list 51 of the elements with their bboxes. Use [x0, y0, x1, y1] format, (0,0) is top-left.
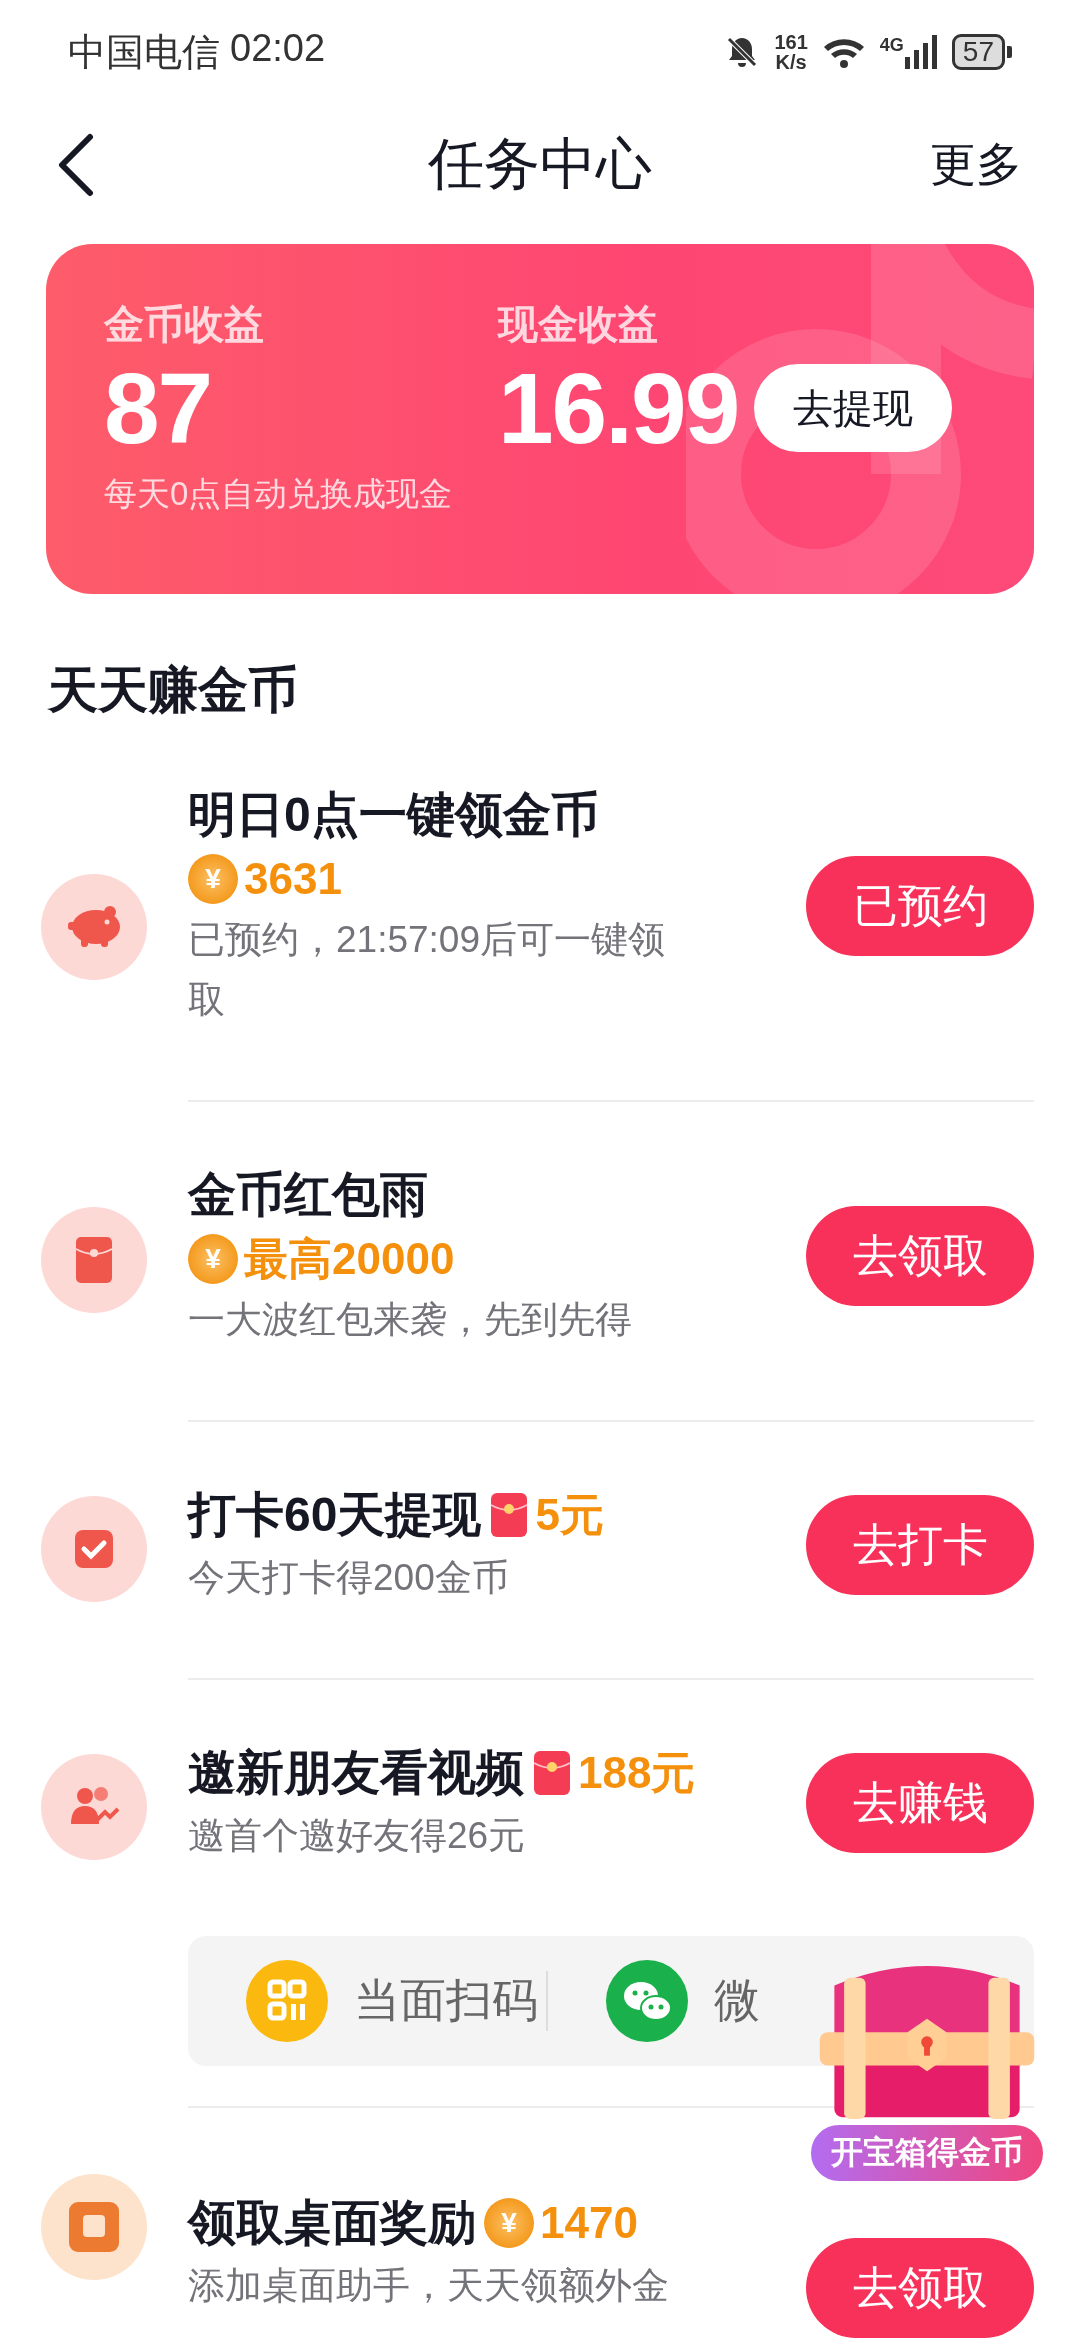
coin-earnings-label: 金币收益	[104, 301, 265, 348]
task-action-button[interactable]: 去领取	[806, 2238, 1034, 2338]
battery-level: 57	[951, 34, 1012, 70]
exchange-note: 每天0点自动兑换成现金	[104, 474, 454, 514]
task-description: 已预约，21:57:09后可一键领取	[188, 918, 667, 1022]
cash-earnings-value: 16.99	[498, 351, 739, 466]
reward-amount: 3631	[244, 853, 342, 905]
invite-option[interactable]: 微	[714, 1970, 760, 2032]
invite-option[interactable]: 当面扫码	[354, 1970, 538, 2032]
chat-bubbles-icon	[606, 1960, 688, 2042]
piggy-bank-icon	[41, 874, 147, 980]
reward-amount: 1470	[540, 2197, 638, 2249]
speed-value: 161	[774, 32, 808, 52]
withdraw-button[interactable]: 去提现	[754, 364, 953, 452]
envelope-icon	[41, 1207, 147, 1313]
network-type: 4G	[879, 35, 904, 56]
task-description: 邀首个邀好友得26元	[188, 1814, 527, 1858]
qr-code-icon	[246, 1960, 328, 2042]
task-action-button[interactable]: 去赚钱	[806, 1753, 1034, 1853]
task-title: 领取桌面奖励	[188, 2195, 476, 2251]
reward-amount: 188元	[578, 1747, 696, 1799]
task-action-button[interactable]: 去打卡	[806, 1495, 1034, 1595]
task-title: 金币红包雨	[188, 1167, 428, 1223]
reward-amount: 5元	[535, 1489, 604, 1541]
task-description: 一大波红包来袭，先到先得	[188, 1298, 633, 1342]
task-title: 邀新朋友看视频	[188, 1745, 524, 1801]
coin-earnings-value: 87	[104, 351, 213, 466]
task-title: 打卡60天提现	[188, 1487, 482, 1543]
task-title: 明日0点一键领金币	[188, 787, 599, 843]
carrier-name: 中国电信	[68, 29, 220, 75]
speed-unit: K/s	[774, 52, 808, 72]
envelope-icon	[489, 1491, 530, 1539]
chest-label[interactable]: 开宝箱得金币	[808, 2122, 1046, 2184]
coin-icon: ¥	[188, 854, 238, 904]
task-action-button[interactable]: 已预约	[806, 856, 1034, 956]
envelope-icon	[532, 1749, 572, 1797]
task-action-button[interactable]: 去领取	[806, 1206, 1034, 1306]
section-title: 天天赚金币	[48, 661, 298, 720]
checkbox-icon	[41, 1496, 147, 1602]
cash-earnings-label: 现金收益	[498, 301, 659, 348]
signal-icon	[903, 35, 938, 69]
back-icon[interactable]	[56, 133, 96, 197]
clock-time: 02:02	[230, 26, 326, 71]
page-title: 任务中心	[428, 132, 652, 195]
more-button[interactable]: 更多	[930, 134, 1022, 196]
task-description: 添加桌面助手，天天领额外金	[188, 2264, 670, 2308]
people-chart-icon	[41, 1754, 147, 1860]
task-description: 今天打卡得200金币	[188, 1556, 510, 1600]
coin-icon: ¥	[484, 2198, 534, 2248]
coin-icon: ¥	[188, 1234, 238, 1284]
reward-amount: 最高20000	[244, 1233, 455, 1285]
